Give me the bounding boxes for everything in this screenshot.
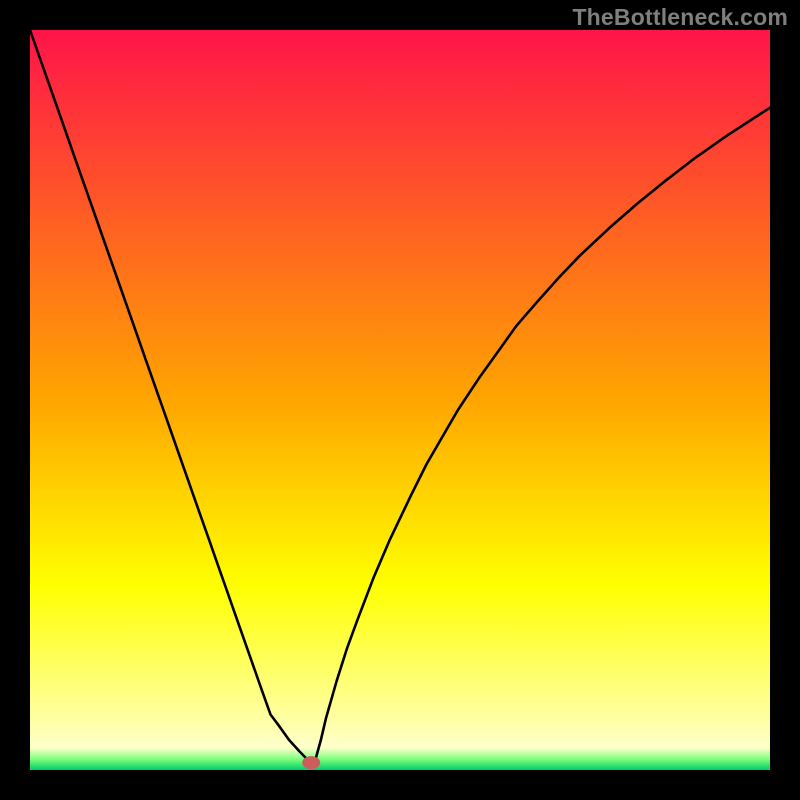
plot-area <box>30 30 770 770</box>
background-gradient <box>30 30 770 770</box>
chart-viewport: TheBottleneck.com <box>0 0 800 800</box>
watermark: TheBottleneck.com <box>572 4 788 31</box>
